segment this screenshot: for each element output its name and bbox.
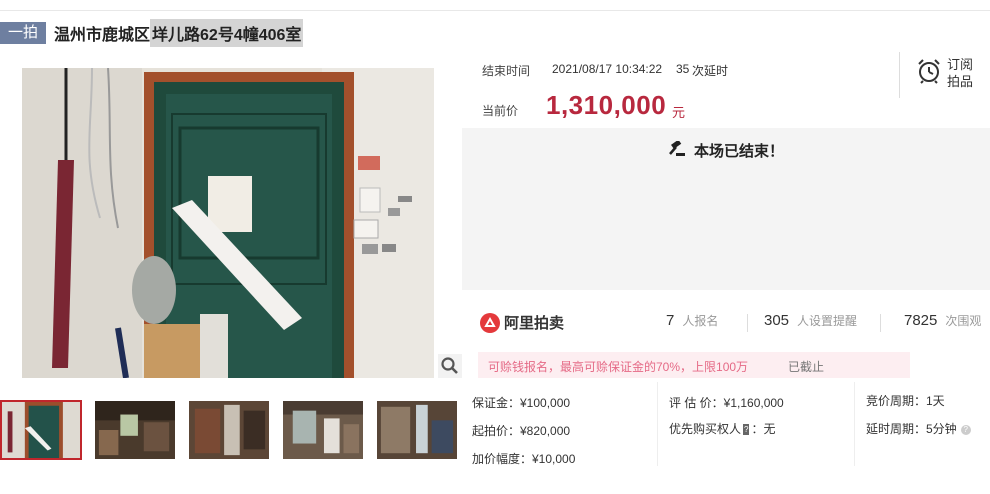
end-time-label: 结束时间	[482, 64, 531, 78]
view-count: 7825	[904, 312, 938, 329]
top-divider	[0, 10, 990, 11]
logo-text: 阿里拍卖	[504, 315, 565, 332]
subscribe-label-2: 拍品	[947, 74, 974, 89]
thumbnail-strip	[0, 400, 470, 460]
current-price-label: 当前价	[482, 104, 519, 118]
priority-buyer-label: 优先购买权人	[669, 422, 742, 436]
auction-details: 保证金：¥100,000 起拍价：¥820,000 加价幅度：¥10,000 评…	[462, 382, 990, 494]
ended-text: 本场已结束！	[693, 143, 784, 160]
auction-round-tag: 一拍	[0, 22, 47, 44]
delay-label: 次延时	[692, 64, 729, 78]
reminder-count: 305	[764, 312, 790, 329]
detail-divider	[854, 382, 855, 466]
delay-count: 35	[676, 62, 690, 76]
title-address: 垟儿路62号4幢406室	[150, 19, 304, 47]
thumbnail-2[interactable]	[94, 400, 176, 460]
start-price: 起拍价：¥820,000	[472, 424, 571, 438]
alibaba-logo-icon	[480, 312, 500, 333]
stats-bar: 阿里拍卖 7 人报名 305 人设置提醒 7825 次围观	[462, 294, 990, 350]
view-stat: 7825 次围观	[904, 312, 981, 329]
bid-increment: 加价幅度：¥10,000	[472, 452, 576, 466]
auction-ended-message: 本场已结束！	[462, 139, 990, 161]
main-photo[interactable]	[22, 68, 434, 378]
current-price: 1,310,000	[546, 90, 667, 120]
price-unit: 元	[672, 105, 686, 120]
appraisal-price: 评 估 价：¥1,160,000	[669, 396, 784, 410]
subscribe-divider	[899, 52, 900, 98]
bidding-cycle: 竞价周期：1天	[866, 394, 945, 408]
page-title: 一拍 温州市鹿城区 垟儿路62号4幢406室	[0, 19, 304, 47]
delay-cycle-text: 延时周期：5分钟	[866, 422, 957, 436]
help-icon[interactable]: ?	[960, 424, 971, 435]
auction-info: 结束时间 2021/08/17 10:34:22 35 次延时 当前价 1,31…	[462, 52, 990, 128]
alibaba-auction-logo[interactable]: 阿里拍卖	[480, 312, 564, 333]
stat-divider	[880, 314, 881, 332]
credit-notice-status: 已截止	[788, 360, 825, 374]
end-time-value: 2021/08/17 10:34:22	[552, 62, 663, 76]
thumbnail-4[interactable]	[282, 400, 364, 460]
subscribe-label-1: 订阅	[947, 57, 974, 72]
thumbnail-3[interactable]	[188, 400, 270, 460]
delay-cycle: 延时周期：5分钟?	[866, 420, 971, 437]
subscribe-button[interactable]: 订阅 拍品	[917, 56, 975, 90]
signup-stat: 7 人报名	[666, 312, 718, 329]
zoom-icon[interactable]	[438, 354, 462, 378]
deposit: 保证金：¥100,000	[472, 396, 571, 410]
credit-notice-text: 可赊钱报名，最高可赊保证金的70%，上限100万	[488, 360, 749, 374]
priority-buyer: 优先购买权人? ：无	[669, 420, 775, 437]
thumbnail-5[interactable]	[376, 400, 458, 460]
detail-divider	[657, 382, 658, 466]
priority-info-badge[interactable]: ?	[743, 424, 750, 436]
reminder-stat: 305 人设置提醒	[764, 312, 857, 329]
title-city: 温州市鹿城区	[54, 27, 151, 44]
alarm-clock-icon	[917, 58, 941, 89]
signup-count: 7	[666, 312, 675, 329]
credit-signup-notice[interactable]: 可赊钱报名，最高可赊保证金的70%，上限100万 已截止	[478, 352, 910, 378]
gavel-icon	[668, 139, 694, 161]
signup-label: 人报名	[682, 314, 719, 328]
stat-divider	[747, 314, 748, 332]
thumbnail-1[interactable]	[0, 400, 82, 460]
view-label: 次围观	[945, 314, 982, 328]
priority-buyer-value: ：无	[751, 422, 776, 436]
auction-status-panel: 本场已结束！	[462, 128, 990, 290]
reminder-label: 人设置提醒	[797, 314, 858, 328]
